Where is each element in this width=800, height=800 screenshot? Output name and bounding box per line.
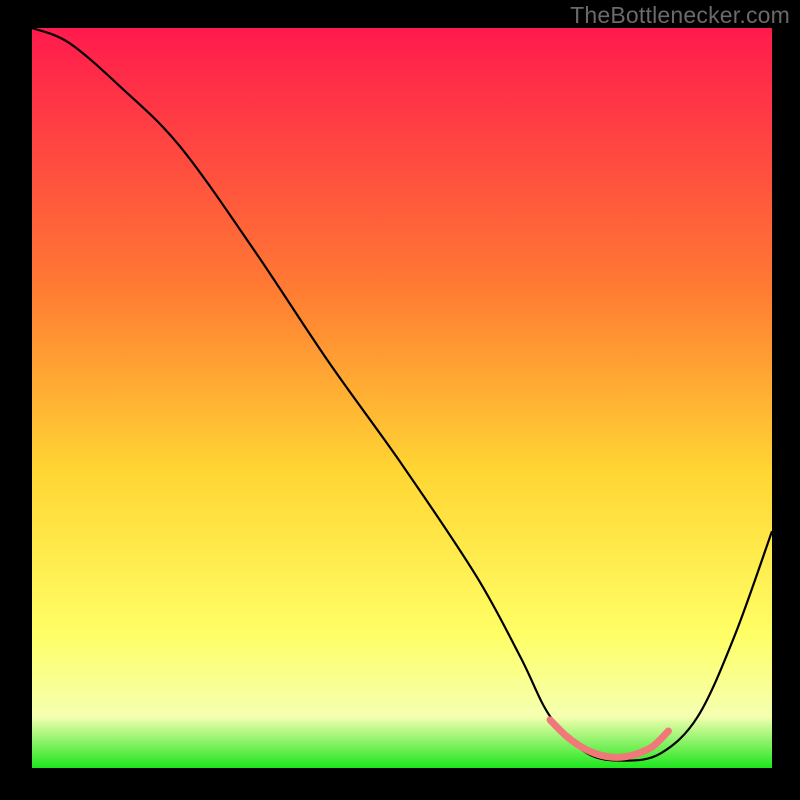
chart-svg [32,28,772,768]
gradient-background [32,28,772,768]
watermark-text: TheBottlenecker.com [570,2,790,29]
plot-area [32,28,772,768]
chart-container: TheBottlenecker.com [0,0,800,800]
